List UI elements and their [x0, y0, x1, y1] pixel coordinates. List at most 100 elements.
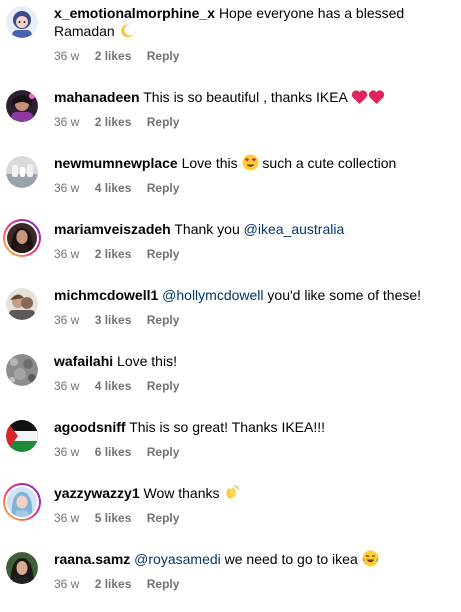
comment-message: Love this!	[117, 353, 177, 369]
comment-meta: 36 w 2 likes Reply	[54, 576, 454, 592]
comment-likes[interactable]: 4 likes	[95, 379, 132, 393]
comment-item: raana.samz @royasamedi we need to go to …	[0, 550, 461, 612]
comment-username[interactable]: mahanadeen	[54, 89, 140, 105]
comment-text: michmcdowell1 @hollymcdowell you'd like …	[54, 286, 454, 304]
comment-message: Wow thanks	[143, 485, 220, 501]
comment-meta: 36 w 3 likes Reply	[54, 312, 454, 328]
comment-text: x_emotionalmorphine_x Hope everyone has …	[54, 4, 454, 40]
comment-time: 36 w	[54, 49, 80, 63]
comment-username[interactable]: yazzywazzy1	[54, 485, 140, 501]
comment-likes[interactable]: 2 likes	[95, 115, 132, 129]
reply-button[interactable]: Reply	[147, 577, 180, 591]
comments-list: x_emotionalmorphine_x Hope everyone has …	[0, 0, 461, 593]
comment-message: you'd like some of these!	[267, 287, 422, 303]
reply-button[interactable]: Reply	[147, 181, 180, 195]
comment-meta: 36 w 6 likes Reply	[54, 444, 454, 460]
comment-time: 36 w	[54, 247, 80, 261]
comment-meta: 36 w 2 likes Reply	[54, 48, 454, 64]
comment-time: 36 w	[54, 511, 80, 525]
comment-time: 36 w	[54, 115, 80, 129]
comment-item: michmcdowell1 @hollymcdowell you'd like …	[0, 286, 461, 348]
comment-text: yazzywazzy1 Wow thanks	[54, 484, 454, 502]
clapping-hands-icon	[223, 484, 240, 501]
comment-body: agoodsniff This is so great! Thanks IKEA…	[54, 418, 454, 460]
comment-item: newmumnewplace Love this such a cute col…	[0, 154, 461, 216]
comment-username[interactable]: x_emotionalmorphine_x	[54, 5, 215, 21]
tears-of-joy-face-icon	[362, 550, 379, 567]
mention-link[interactable]: @hollymcdowell	[162, 287, 263, 303]
comment-item: x_emotionalmorphine_x Hope everyone has …	[0, 4, 461, 66]
comment-username[interactable]: michmcdowell1	[54, 287, 158, 303]
comment-message-continued: such a cute collection	[262, 155, 397, 171]
mention-link[interactable]: @royasamedi	[134, 551, 221, 567]
comment-body: yazzywazzy1 Wow thanks 36 w 5 likes Repl…	[54, 484, 454, 526]
comment-item: mahanadeen This is so beautiful , thanks…	[0, 88, 461, 150]
comment-body: raana.samz @royasamedi we need to go to …	[54, 550, 454, 592]
comment-time: 36 w	[54, 577, 80, 591]
reply-button[interactable]: Reply	[147, 445, 180, 459]
avatar[interactable]	[3, 219, 41, 257]
comment-username[interactable]: wafailahi	[54, 353, 113, 369]
comment-body: michmcdowell1 @hollymcdowell you'd like …	[54, 286, 454, 328]
comment-message: we need to go to ikea	[224, 551, 358, 567]
red-heart-icon	[351, 89, 368, 105]
comment-meta: 36 w 4 likes Reply	[54, 378, 454, 394]
comment-message: Thank you	[174, 221, 240, 237]
comment-time: 36 w	[54, 379, 80, 393]
avatar[interactable]	[6, 288, 38, 320]
comment-likes[interactable]: 5 likes	[95, 511, 132, 525]
comment-text: mariamveiszadeh Thank you @ikea_australi…	[54, 220, 454, 238]
comment-body: x_emotionalmorphine_x Hope everyone has …	[54, 4, 454, 64]
reply-button[interactable]: Reply	[147, 511, 180, 525]
comment-message: This is so great! Thanks IKEA!!!	[129, 419, 326, 435]
comment-meta: 36 w 5 likes Reply	[54, 510, 454, 526]
comment-likes[interactable]: 2 likes	[95, 247, 132, 261]
avatar[interactable]	[6, 90, 38, 122]
reply-button[interactable]: Reply	[147, 379, 180, 393]
comment-likes[interactable]: 4 likes	[95, 181, 132, 195]
comment-body: mariamveiszadeh Thank you @ikea_australi…	[54, 220, 454, 262]
avatar[interactable]	[6, 552, 38, 584]
crescent-moon-icon	[119, 23, 135, 39]
heart-eyes-face-icon	[242, 154, 259, 171]
comment-username[interactable]: mariamveiszadeh	[54, 221, 171, 237]
reply-button[interactable]: Reply	[147, 247, 180, 261]
comment-body: newmumnewplace Love this such a cute col…	[54, 154, 454, 196]
comment-item: agoodsniff This is so great! Thanks IKEA…	[0, 418, 461, 480]
comment-username[interactable]: agoodsniff	[54, 419, 126, 435]
avatar[interactable]	[6, 420, 38, 452]
comment-text: raana.samz @royasamedi we need to go to …	[54, 550, 454, 568]
avatar[interactable]	[6, 6, 38, 38]
red-heart-icon	[368, 89, 385, 105]
comment-time: 36 w	[54, 313, 80, 327]
comment-item: yazzywazzy1 Wow thanks 36 w 5 likes Repl…	[0, 483, 461, 546]
comment-text: agoodsniff This is so great! Thanks IKEA…	[54, 418, 454, 436]
comment-text: newmumnewplace Love this such a cute col…	[54, 154, 454, 172]
comment-message: This is so beautiful , thanks IKEA	[143, 89, 348, 105]
comment-likes[interactable]: 2 likes	[95, 577, 132, 591]
comment-meta: 36 w 2 likes Reply	[54, 246, 454, 262]
comment-text: mahanadeen This is so beautiful , thanks…	[54, 88, 454, 106]
comment-time: 36 w	[54, 181, 80, 195]
comment-likes[interactable]: 2 likes	[95, 49, 132, 63]
comment-body: wafailahi Love this! 36 w 4 likes Reply	[54, 352, 454, 394]
avatar[interactable]	[6, 156, 38, 188]
avatar[interactable]	[6, 354, 38, 386]
comment-body: mahanadeen This is so beautiful , thanks…	[54, 88, 454, 130]
comment-username[interactable]: raana.samz	[54, 551, 130, 567]
comment-meta: 36 w 2 likes Reply	[54, 114, 454, 130]
comment-message: Love this	[181, 155, 238, 171]
avatar[interactable]	[3, 483, 41, 521]
comment-likes[interactable]: 3 likes	[95, 313, 132, 327]
comment-time: 36 w	[54, 445, 80, 459]
comment-item: mariamveiszadeh Thank you @ikea_australi…	[0, 219, 461, 282]
comment-likes[interactable]: 6 likes	[95, 445, 132, 459]
comment-username[interactable]: newmumnewplace	[54, 155, 178, 171]
reply-button[interactable]: Reply	[147, 49, 180, 63]
reply-button[interactable]: Reply	[147, 115, 180, 129]
reply-button[interactable]: Reply	[147, 313, 180, 327]
comment-meta: 36 w 4 likes Reply	[54, 180, 454, 196]
comment-item: wafailahi Love this! 36 w 4 likes Reply	[0, 352, 461, 414]
comment-text: wafailahi Love this!	[54, 352, 454, 370]
mention-link[interactable]: @ikea_australia	[244, 221, 345, 237]
